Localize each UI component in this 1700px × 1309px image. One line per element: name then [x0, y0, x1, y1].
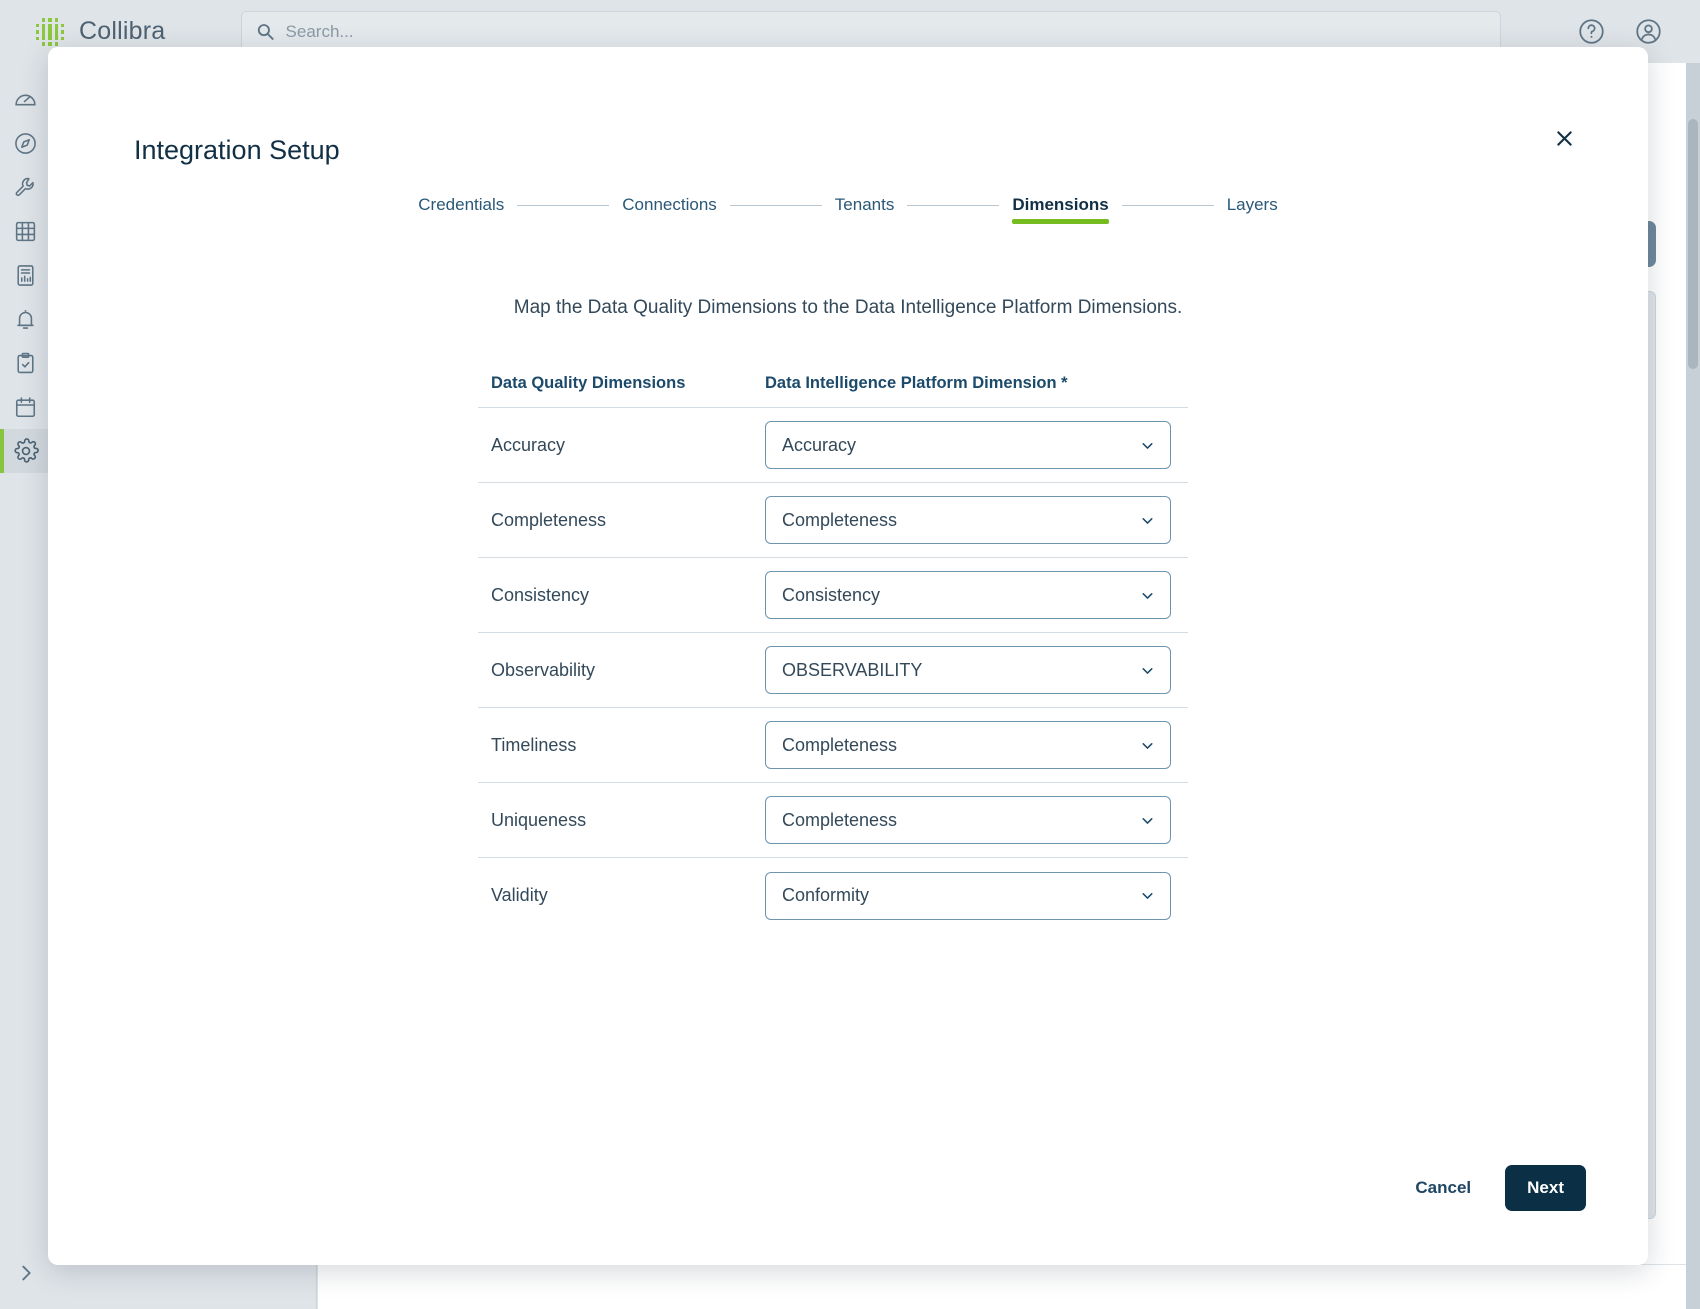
dimension-label: Validity — [478, 885, 765, 906]
dimension-select-cell: Accuracy — [765, 421, 1188, 469]
select-value: Completeness — [782, 810, 897, 831]
instruction-text: Map the Data Quality Dimensions to the D… — [48, 297, 1648, 319]
search-input[interactable] — [286, 22, 1486, 42]
sidebar-item-schedule[interactable] — [0, 385, 51, 429]
table-row: Uniqueness Completeness — [478, 783, 1188, 858]
search-icon — [256, 22, 275, 41]
dimension-select-uniqueness[interactable]: Completeness — [765, 796, 1171, 844]
dimension-select-validity[interactable]: Conformity — [765, 872, 1171, 920]
dimension-select-observability[interactable]: OBSERVABILITY — [765, 646, 1171, 694]
sidebar-item-reports[interactable] — [0, 253, 51, 297]
dimension-select-cell: Completeness — [765, 496, 1188, 544]
dimension-select-cell: Consistency — [765, 571, 1188, 619]
dimension-select-cell: Completeness — [765, 721, 1188, 769]
sidebar-item-explore[interactable] — [0, 121, 51, 165]
dimension-select-cell: Conformity — [765, 872, 1188, 920]
stepper-connector — [730, 205, 822, 206]
setup-stepper: Credentials Connections Tenants Dimensio… — [48, 195, 1648, 224]
wrench-icon — [13, 175, 38, 200]
dimension-select-cell: OBSERVABILITY — [765, 646, 1188, 694]
next-button[interactable]: Next — [1505, 1165, 1586, 1211]
dimension-mapping-table: Data Quality Dimensions Data Intelligenc… — [478, 374, 1188, 933]
chevron-down-icon — [1139, 512, 1156, 529]
table-row: Validity Conformity — [478, 858, 1188, 933]
top-bar-icons — [1578, 18, 1700, 45]
tab-dimensions[interactable]: Dimensions — [1012, 195, 1108, 224]
compass-icon — [13, 131, 38, 156]
sidebar-item-alerts[interactable] — [0, 297, 51, 341]
chevron-down-icon — [1139, 737, 1156, 754]
dimension-label: Observability — [478, 660, 765, 681]
application-background: Collibra — [0, 0, 1700, 1309]
bell-icon — [13, 307, 38, 332]
table-grid-icon — [13, 219, 38, 244]
column-header-dq-dimensions: Data Quality Dimensions — [478, 374, 765, 393]
close-button[interactable] — [1547, 121, 1581, 155]
cancel-button[interactable]: Cancel — [1405, 1166, 1481, 1210]
select-value: Conformity — [782, 885, 869, 906]
window-scrollbar-thumb[interactable] — [1688, 119, 1698, 369]
brand[interactable]: Collibra — [0, 15, 215, 49]
sidebar-rail — [0, 63, 51, 1309]
table-header: Data Quality Dimensions Data Intelligenc… — [478, 374, 1188, 408]
tab-connections[interactable]: Connections — [622, 195, 717, 224]
sidebar-item-datasets[interactable] — [0, 209, 51, 253]
dimension-label: Consistency — [478, 585, 765, 606]
sidebar-item-tools[interactable] — [0, 165, 51, 209]
search-bar[interactable] — [241, 11, 1501, 52]
chevron-down-icon — [1139, 812, 1156, 829]
select-value: Accuracy — [782, 435, 856, 456]
gear-icon — [13, 438, 39, 464]
calendar-icon — [13, 395, 38, 420]
select-value: Completeness — [782, 510, 897, 531]
chevron-down-icon — [1139, 662, 1156, 679]
help-icon[interactable] — [1578, 18, 1605, 45]
chevron-down-icon — [1139, 887, 1156, 904]
column-header-dip-dimension: Data Intelligence Platform Dimension * — [765, 374, 1188, 393]
table-row: Accuracy Accuracy — [478, 408, 1188, 483]
select-value: OBSERVABILITY — [782, 660, 922, 681]
stepper-connector — [1122, 205, 1214, 206]
close-icon — [1555, 129, 1574, 148]
tab-layers[interactable]: Layers — [1227, 195, 1278, 224]
collibra-logo-icon — [33, 15, 67, 49]
sidebar-item-settings[interactable] — [0, 429, 51, 473]
sidebar-item-dashboard[interactable] — [0, 77, 51, 121]
dimension-label: Completeness — [478, 510, 765, 531]
dimension-select-accuracy[interactable]: Accuracy — [765, 421, 1171, 469]
dimension-label: Accuracy — [478, 435, 765, 456]
sidebar-item-tasks[interactable] — [0, 341, 51, 385]
chevron-down-icon — [1139, 587, 1156, 604]
dimension-select-completeness[interactable]: Completeness — [765, 496, 1171, 544]
dimension-select-consistency[interactable]: Consistency — [765, 571, 1171, 619]
user-avatar-icon[interactable] — [1635, 18, 1662, 45]
chevron-down-icon — [1139, 437, 1156, 454]
dimension-label: Uniqueness — [478, 810, 765, 831]
chevron-right-icon — [15, 1262, 37, 1284]
page-title: Integration Setup — [134, 135, 340, 166]
dimension-select-timeliness[interactable]: Completeness — [765, 721, 1171, 769]
select-value: Completeness — [782, 735, 897, 756]
stepper-connector — [907, 205, 999, 206]
report-icon — [13, 263, 38, 288]
dialog-footer: Cancel Next — [1405, 1165, 1586, 1211]
table-row: Consistency Consistency — [478, 558, 1188, 633]
brand-name: Collibra — [79, 17, 165, 46]
sidebar-expand-button[interactable] — [15, 1262, 37, 1289]
select-value: Consistency — [782, 585, 880, 606]
stepper-connector — [517, 205, 609, 206]
dimension-label: Timeliness — [478, 735, 765, 756]
tab-credentials[interactable]: Credentials — [418, 195, 504, 224]
table-row: Completeness Completeness — [478, 483, 1188, 558]
clipboard-check-icon — [13, 351, 38, 376]
window-scrollbar[interactable] — [1686, 63, 1700, 1309]
tab-tenants[interactable]: Tenants — [835, 195, 895, 224]
gauge-icon — [13, 87, 38, 112]
integration-setup-dialog: Integration Setup Credentials Connection… — [48, 47, 1648, 1265]
dimension-select-cell: Completeness — [765, 796, 1188, 844]
table-row: Timeliness Completeness — [478, 708, 1188, 783]
table-row: Observability OBSERVABILITY — [478, 633, 1188, 708]
